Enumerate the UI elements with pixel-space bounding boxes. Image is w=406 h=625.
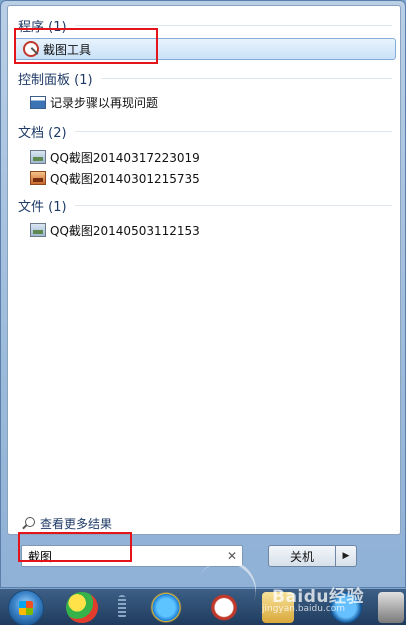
result-item-file-1[interactable]: QQ截图20140503112153	[22, 219, 398, 241]
snipping-tool-icon	[23, 41, 39, 57]
see-more-results-link[interactable]: 查看更多结果	[22, 514, 112, 532]
image-file-icon	[30, 150, 46, 164]
start-button[interactable]	[8, 590, 44, 625]
result-item-label: 截图工具	[43, 42, 92, 57]
see-more-label: 查看更多结果	[40, 516, 113, 531]
result-item-label: QQ截图20140301215735	[50, 171, 200, 186]
clear-search-icon[interactable]: ✕	[224, 548, 240, 564]
taskbar	[0, 588, 406, 625]
divider	[74, 130, 392, 132]
search-input[interactable]	[28, 549, 224, 563]
group-header-label: 程序 (1)	[18, 19, 67, 35]
image-file-icon	[30, 171, 46, 185]
group-header-label: 文档 (2)	[18, 125, 67, 141]
search-results-pane: 程序 (1) 截图工具 控制面板 (1) 记录步骤以再现问题 文档 (2) QQ…	[7, 5, 401, 535]
start-menu: 程序 (1) 截图工具 控制面板 (1) 记录步骤以再现问题 文档 (2) QQ…	[0, 0, 406, 588]
divider	[74, 24, 392, 26]
group-header-programs: 程序 (1)	[18, 16, 392, 35]
result-item-label: QQ截图20140503112153	[50, 223, 200, 238]
result-item-snipping-tool[interactable]: 截图工具	[14, 38, 396, 60]
internet-explorer-icon[interactable]	[150, 592, 182, 623]
taskbar-grip	[118, 595, 126, 619]
image-file-icon	[30, 223, 46, 237]
result-item-document-1[interactable]: QQ截图20140317223019	[22, 146, 398, 168]
app-taskbar-icon[interactable]	[378, 592, 404, 623]
group-header-label: 控制面板 (1)	[18, 72, 93, 88]
steps-recorder-icon	[30, 95, 46, 109]
divider	[74, 204, 392, 206]
result-item-document-2[interactable]: QQ截图20140301215735	[22, 167, 398, 189]
group-header-label: 文件 (1)	[18, 199, 67, 215]
shutdown-button[interactable]: 关机	[268, 545, 336, 567]
result-item-steps-recorder[interactable]: 记录步骤以再现问题	[22, 91, 398, 113]
divider	[100, 77, 392, 79]
color-ball-app-icon[interactable]	[66, 592, 98, 623]
media-player-taskbar-icon[interactable]	[330, 592, 362, 623]
result-item-label: QQ截图20140317223019	[50, 150, 200, 165]
shutdown-options-button[interactable]: ▶	[336, 545, 357, 567]
triangle-right-icon: ▶	[342, 551, 350, 561]
folder-taskbar-icon[interactable]	[262, 592, 294, 623]
search-icon	[22, 517, 35, 529]
shutdown-label: 关机	[289, 549, 314, 564]
group-header-documents: 文档 (2)	[18, 122, 392, 141]
snipping-tool-taskbar-icon[interactable]	[208, 592, 240, 623]
group-header-files: 文件 (1)	[18, 196, 392, 215]
group-header-control-panel: 控制面板 (1)	[18, 69, 392, 88]
result-item-label: 记录步骤以再现问题	[50, 95, 159, 110]
start-search-box[interactable]: ✕	[21, 545, 243, 567]
